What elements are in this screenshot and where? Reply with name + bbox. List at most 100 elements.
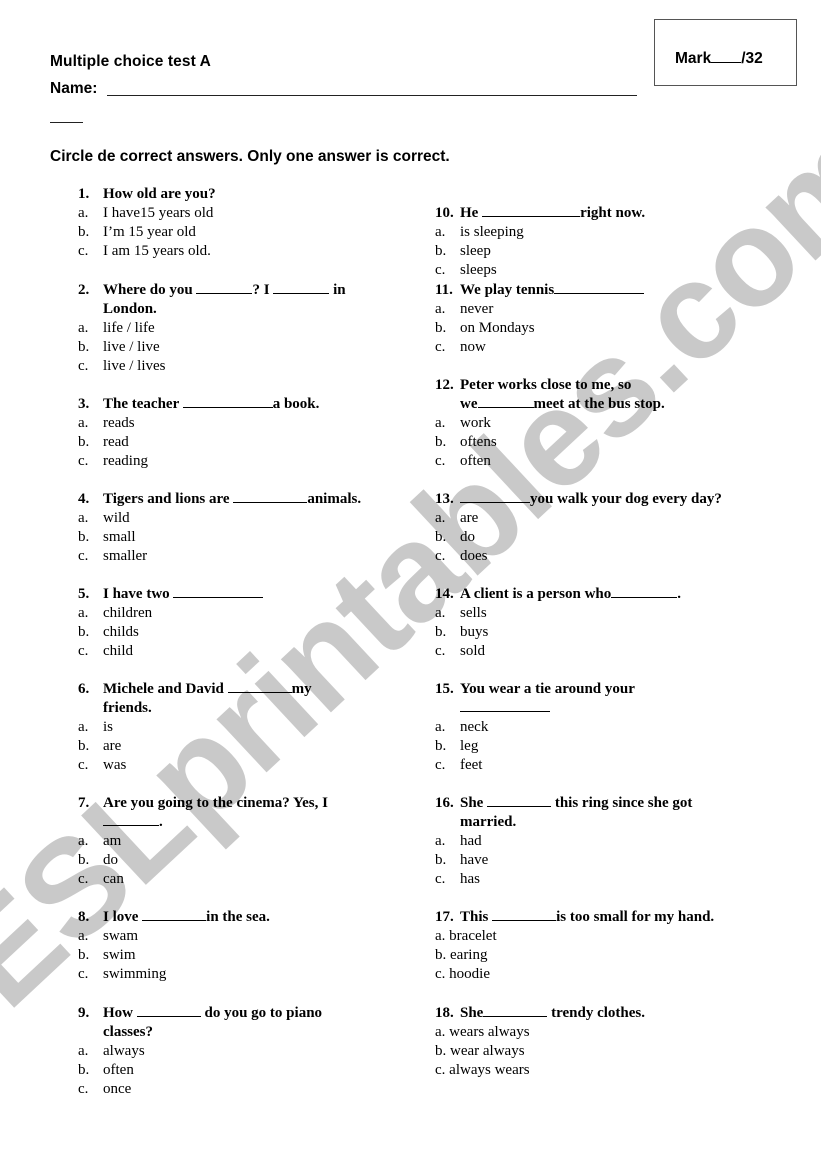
mark-blank[interactable] <box>711 61 742 63</box>
stem-part: . <box>159 814 163 830</box>
stem-part: Are you going to the cinema? Yes, I <box>103 795 328 811</box>
option-a[interactable]: a. bracelet <box>435 927 775 946</box>
answer-blank <box>460 710 550 712</box>
option-c[interactable]: c. feet <box>435 756 775 775</box>
option-a[interactable]: a. am <box>78 832 408 851</box>
option-a[interactable]: a. I have15 years old <box>78 204 408 223</box>
stem-part: meet at the bus stop. <box>533 396 665 412</box>
stem-part: is too small for my hand. <box>556 909 715 925</box>
option-a[interactable]: a. life / life <box>78 319 408 338</box>
option-c[interactable]: c. always wears <box>435 1061 775 1080</box>
question-number: 8. <box>78 909 90 925</box>
option-text: had <box>460 833 482 849</box>
option-letter: b. <box>78 738 90 754</box>
option-a[interactable]: a. is sleeping <box>435 223 775 242</box>
option-c[interactable]: c. smaller <box>78 547 408 566</box>
option-b[interactable]: b. have <box>435 851 775 870</box>
question-stem: 17. This is too small for my hand. <box>435 908 775 927</box>
question-8: 8. I love in the sea. a. swam b. swim c. swi… <box>78 908 408 984</box>
option-b[interactable]: b. often <box>78 1061 408 1080</box>
option-letter: a. <box>78 415 89 431</box>
option-c[interactable]: c. sold <box>435 642 775 661</box>
option-c[interactable]: c. once <box>78 1080 408 1099</box>
option-a[interactable]: a. had <box>435 832 775 851</box>
question-number: 9. <box>78 1005 90 1021</box>
option-a[interactable]: a. are <box>435 509 775 528</box>
option-c[interactable]: c. does <box>435 547 775 566</box>
option-a[interactable]: a. wears always <box>435 1023 775 1042</box>
option-b[interactable]: b. on Mondays <box>435 319 775 338</box>
option-c[interactable]: c. hoodie <box>435 965 775 984</box>
option-a[interactable]: a. always <box>78 1042 408 1061</box>
question-number: 18. <box>435 1005 454 1021</box>
option-a[interactable]: a. reads <box>78 414 408 433</box>
option-text: is sleeping <box>460 224 524 240</box>
option-a[interactable]: a. work <box>435 414 775 433</box>
option-b[interactable]: b. are <box>78 737 408 756</box>
question-text: She trendy clothes. <box>460 1004 775 1023</box>
option-a[interactable]: a. neck <box>435 718 775 737</box>
option-c[interactable]: c. can <box>78 870 408 889</box>
question-stem: 15. You wear a tie around your <box>435 680 775 718</box>
option-letter: a. <box>78 510 89 526</box>
option-text: a. wears always <box>435 1023 530 1042</box>
option-text: smaller <box>103 548 148 564</box>
option-a[interactable]: a. children <box>78 604 408 623</box>
option-b[interactable]: b. swim <box>78 946 408 965</box>
option-c[interactable]: c. live / lives <box>78 357 408 376</box>
answer-blank <box>227 691 292 693</box>
question-stem: 6. Michele and David my friends. <box>78 680 408 718</box>
question-stem: 12. Peter works close to me, so we meet at … <box>435 376 775 414</box>
option-b[interactable]: b. I’m 15 year old <box>78 223 408 242</box>
instructions: Circle de correct answers. Only one answ… <box>50 148 450 165</box>
option-b[interactable]: b. buys <box>435 623 775 642</box>
question-4: 4. Tigers and lions are animals. a. wild b… <box>78 490 408 566</box>
name-blank-line[interactable] <box>107 95 637 96</box>
option-label: bracelet <box>449 928 497 944</box>
option-b[interactable]: b. wear always <box>435 1042 775 1061</box>
option-letter: a. <box>435 719 446 735</box>
option-b[interactable]: b. leg <box>435 737 775 756</box>
stem-part: right now. <box>580 205 646 221</box>
mark-total: /32 <box>741 50 763 67</box>
option-a[interactable]: a. wild <box>78 509 408 528</box>
stem-part: I have two <box>103 586 174 602</box>
option-a[interactable]: a. swam <box>78 927 408 946</box>
option-a[interactable]: a. is <box>78 718 408 737</box>
option-b[interactable]: b. read <box>78 433 408 452</box>
option-c[interactable]: c. often <box>435 452 775 471</box>
question-number: 16. <box>435 795 454 811</box>
option-text: neck <box>460 719 489 735</box>
option-b[interactable]: b. do <box>435 528 775 547</box>
question-text: Tigers and lions are animals. <box>103 490 408 509</box>
option-b[interactable]: b. childs <box>78 623 408 642</box>
question-text: I have two <box>103 585 408 604</box>
question-number: 14. <box>435 586 454 602</box>
option-c[interactable]: c. has <box>435 870 775 889</box>
option-b[interactable]: b. do <box>78 851 408 870</box>
option-c[interactable]: c. I am 15 years old. <box>78 242 408 261</box>
option-text: sleeps <box>460 262 497 278</box>
option-c[interactable]: c. swimming <box>78 965 408 984</box>
option-letter: c. <box>435 966 446 982</box>
option-letter: c. <box>78 871 89 887</box>
question-stem: 2. Where do you ? I in London. <box>78 281 408 319</box>
option-text: on Mondays <box>460 320 535 336</box>
option-c[interactable]: c. now <box>435 338 775 357</box>
option-c[interactable]: c. child <box>78 642 408 661</box>
option-text: often <box>103 1062 134 1078</box>
option-a[interactable]: a. sells <box>435 604 775 623</box>
answer-blank <box>142 919 207 921</box>
option-c[interactable]: c. reading <box>78 452 408 471</box>
option-b[interactable]: b. oftens <box>435 433 775 452</box>
option-letter: c. <box>435 548 446 564</box>
option-c[interactable]: c. sleeps <box>435 261 775 280</box>
option-b[interactable]: b. small <box>78 528 408 547</box>
option-b[interactable]: b. live / live <box>78 338 408 357</box>
question-number: 6. <box>78 681 90 697</box>
option-c[interactable]: c. was <box>78 756 408 775</box>
option-a[interactable]: a. never <box>435 300 775 319</box>
option-b[interactable]: b. earing <box>435 946 775 965</box>
option-letter: c. <box>435 1062 446 1078</box>
option-b[interactable]: b. sleep <box>435 242 775 261</box>
